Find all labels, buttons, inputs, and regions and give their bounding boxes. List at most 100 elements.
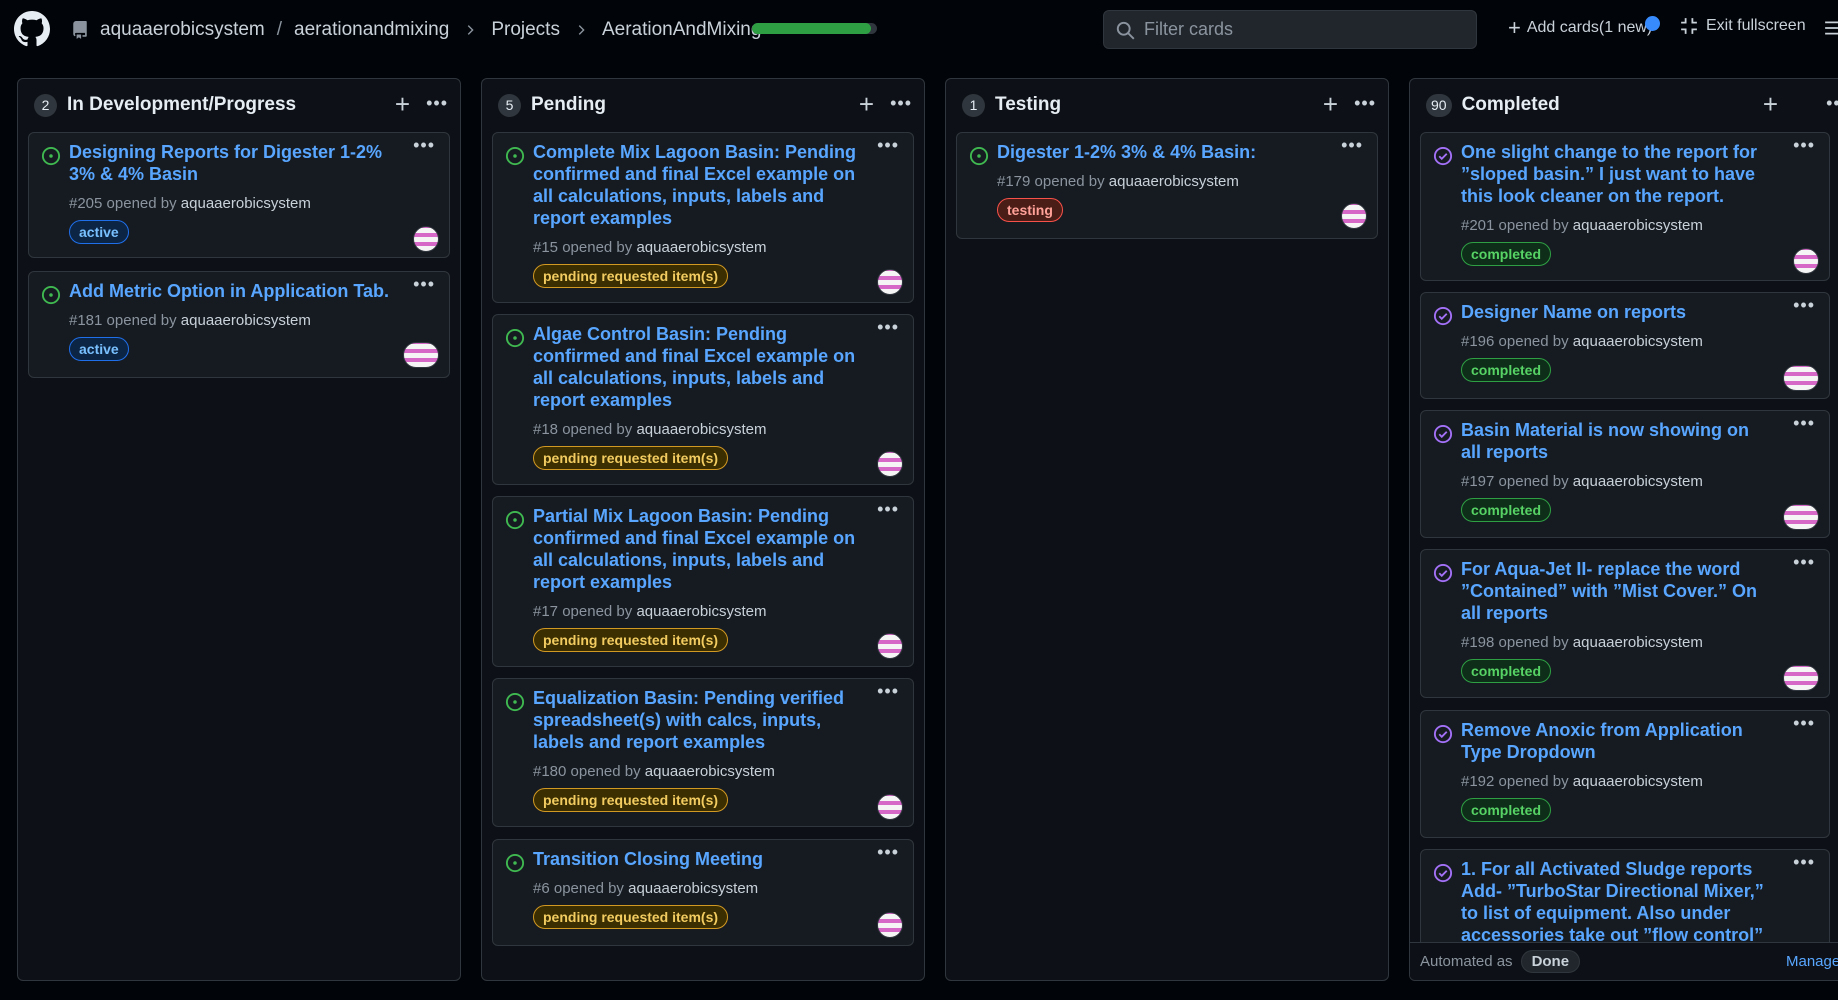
author-link[interactable]: aquaaerobicsystem [1109,173,1239,190]
avatar[interactable] [1341,203,1367,229]
project-card[interactable]: Designer Name on reports ••• #196 opened… [1420,292,1830,399]
card-title[interactable]: 1. For all Activated Sludge reports Add-… [1461,858,1771,946]
card-more-icon[interactable]: ••• [1341,135,1363,156]
author-link[interactable]: aquaaerobicsystem [1573,217,1703,234]
project-card[interactable]: Basin Material is now showing on all rep… [1420,410,1830,538]
author-link[interactable]: aquaaerobicsystem [636,239,766,256]
status-label[interactable]: pending requested item(s) [533,628,729,652]
card-title[interactable]: Algae Control Basin: Pending confirmed a… [533,323,863,411]
card-more-icon[interactable]: ••• [413,135,435,156]
card-more-icon[interactable]: ••• [877,499,899,520]
card-more-icon[interactable]: ••• [413,274,435,295]
issue-number[interactable]: #6 [533,880,550,897]
avatar[interactable] [877,269,903,295]
exit-fullscreen-button[interactable]: Exit fullscreen [1680,17,1806,35]
breadcrumb-owner[interactable]: aquaaerobicsystem [100,19,265,41]
author-link[interactable]: aquaaerobicsystem [636,421,766,438]
status-label[interactable]: active [69,220,129,244]
issue-number[interactable]: #197 [1461,473,1494,490]
project-card[interactable]: One slight change to the report for ”slo… [1420,132,1830,281]
card-more-icon[interactable]: ••• [1793,295,1815,316]
project-card[interactable]: Transition Closing Meeting ••• #6 opened… [492,839,914,946]
project-card[interactable]: Equalization Basin: Pending verified spr… [492,678,914,827]
hamburger-icon[interactable] [1824,19,1838,37]
avatar[interactable] [413,226,439,252]
card-title[interactable]: Remove Anoxic from Application Type Drop… [1461,719,1771,763]
issue-number[interactable]: #179 [997,173,1030,190]
breadcrumb-projects[interactable]: Projects [491,19,560,41]
issue-number[interactable]: #17 [533,603,558,620]
issue-number[interactable]: #198 [1461,634,1494,651]
column-more-icon[interactable]: ••• [426,93,448,114]
card-title[interactable]: For Aqua-Jet II- replace the word ”Conta… [1461,558,1771,624]
card-more-icon[interactable]: ••• [1793,552,1815,573]
card-title[interactable]: Transition Closing Meeting [533,848,863,870]
card-more-icon[interactable]: ••• [1793,852,1815,873]
card-title[interactable]: Designer Name on reports [1461,301,1771,323]
author-link[interactable]: aquaaerobicsystem [628,880,758,897]
card-title[interactable]: Designing Reports for Digester 1-2% 3% &… [69,141,399,185]
card-title[interactable]: Digester 1-2% 3% & 4% Basin: [997,141,1327,163]
card-title[interactable]: Basin Material is now showing on all rep… [1461,419,1771,463]
project-card[interactable]: Algae Control Basin: Pending confirmed a… [492,314,914,485]
author-link[interactable]: aquaaerobicsystem [636,603,766,620]
card-more-icon[interactable]: ••• [877,135,899,156]
project-card[interactable]: Add Metric Option in Application Tab. ••… [28,271,450,378]
status-label[interactable]: pending requested item(s) [533,788,729,812]
column-more-icon[interactable]: ••• [1826,93,1838,114]
status-label[interactable]: completed [1461,242,1552,266]
card-more-icon[interactable]: ••• [877,681,899,702]
card-more-icon[interactable]: ••• [1793,413,1815,434]
filter-cards-input[interactable] [1144,19,1464,40]
card-title[interactable]: Equalization Basin: Pending verified spr… [533,687,863,753]
card-title[interactable]: Add Metric Option in Application Tab. [69,280,409,302]
issue-number[interactable]: #18 [533,421,558,438]
avatar[interactable] [1783,504,1819,530]
project-card[interactable]: Partial Mix Lagoon Basin: Pending confir… [492,496,914,667]
project-card[interactable]: Complete Mix Lagoon Basin: Pending confi… [492,132,914,303]
author-link[interactable]: aquaaerobicsystem [1573,333,1703,350]
avatar[interactable] [877,912,903,938]
breadcrumb-repo[interactable]: aerationandmixing [294,19,449,41]
author-link[interactable]: aquaaerobicsystem [645,763,775,780]
add-card-plus-icon[interactable]: + [1763,91,1778,117]
project-card[interactable]: Digester 1-2% 3% & 4% Basin: ••• #179 op… [956,132,1378,239]
card-title[interactable]: Complete Mix Lagoon Basin: Pending confi… [533,141,863,229]
avatar[interactable] [1783,365,1819,391]
author-link[interactable]: aquaaerobicsystem [1573,634,1703,651]
status-label[interactable]: pending requested item(s) [533,264,729,288]
card-title[interactable]: One slight change to the report for ”slo… [1461,141,1771,207]
avatar[interactable] [403,342,439,368]
github-logo-icon[interactable] [14,11,50,47]
status-label[interactable]: completed [1461,798,1552,822]
avatar[interactable] [1783,665,1819,691]
add-cards-button[interactable]: + Add cards(1 new) [1508,17,1652,39]
status-label[interactable]: completed [1461,659,1552,683]
issue-number[interactable]: #196 [1461,333,1494,350]
issue-number[interactable]: #15 [533,239,558,256]
card-title[interactable]: Partial Mix Lagoon Basin: Pending confir… [533,505,863,593]
column-more-icon[interactable]: ••• [1354,93,1376,114]
issue-number[interactable]: #180 [533,763,566,780]
breadcrumb-project-name[interactable]: AerationAndMixing [602,19,761,41]
status-label[interactable]: pending requested item(s) [533,446,729,470]
card-more-icon[interactable]: ••• [1793,713,1815,734]
add-card-plus-icon[interactable]: + [395,91,410,117]
author-link[interactable]: aquaaerobicsystem [1573,773,1703,790]
project-card[interactable]: Remove Anoxic from Application Type Drop… [1420,710,1830,838]
add-card-plus-icon[interactable]: + [859,91,874,117]
status-label[interactable]: testing [997,198,1063,222]
avatar[interactable] [877,633,903,659]
author-link[interactable]: aquaaerobicsystem [181,312,311,329]
manage-automation-link[interactable]: Manage [1786,953,1838,970]
card-more-icon[interactable]: ••• [877,842,899,863]
card-more-icon[interactable]: ••• [877,317,899,338]
issue-number[interactable]: #201 [1461,217,1494,234]
avatar[interactable] [1793,248,1819,274]
add-card-plus-icon[interactable]: + [1323,91,1338,117]
filter-cards-box[interactable] [1103,10,1477,49]
author-link[interactable]: aquaaerobicsystem [181,195,311,212]
avatar[interactable] [877,794,903,820]
author-link[interactable]: aquaaerobicsystem [1573,473,1703,490]
status-label[interactable]: pending requested item(s) [533,905,729,929]
